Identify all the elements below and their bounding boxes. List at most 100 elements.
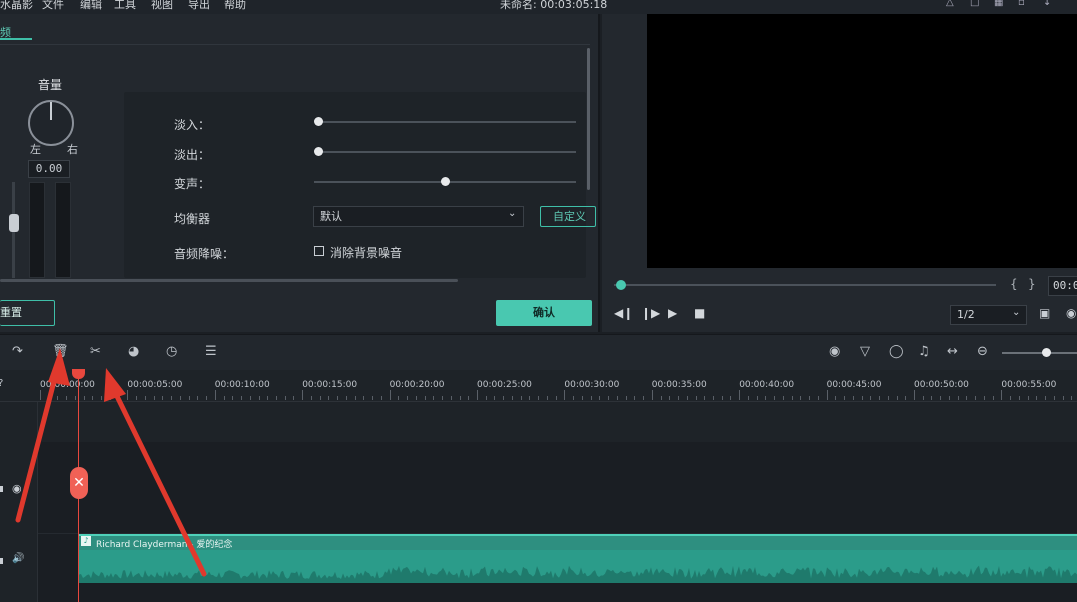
volume-value-field[interactable]: 0.00 bbox=[28, 160, 70, 178]
step-back-icon[interactable]: ◀❙ bbox=[614, 306, 633, 320]
mark-in-button[interactable]: { bbox=[1010, 277, 1018, 291]
speed-icon[interactable]: ◕ bbox=[128, 344, 139, 359]
video-track-row[interactable] bbox=[0, 442, 1077, 534]
clock-icon[interactable]: ◷ bbox=[166, 344, 177, 359]
ruler-tick bbox=[678, 396, 680, 400]
message-icon[interactable]: ▫ bbox=[1018, 0, 1030, 9]
cart-icon[interactable]: □ bbox=[970, 0, 982, 9]
pitch-slider-thumb[interactable] bbox=[441, 177, 450, 186]
menu-bar: 水晶影 文件 编辑 工具 视图 导出 帮助 未命名: 00:03:05:18 △… bbox=[0, 0, 1077, 14]
speaker-icon[interactable]: 🔊 bbox=[12, 553, 24, 564]
preview-progress-bar[interactable] bbox=[614, 284, 996, 286]
ruler-tick bbox=[1027, 396, 1029, 400]
ruler-tick bbox=[520, 396, 522, 400]
step-forward-icon[interactable]: ❙▶ bbox=[641, 306, 660, 320]
ruler-tick bbox=[599, 396, 601, 400]
ruler-tick bbox=[162, 396, 164, 400]
delete-icon[interactable]: 🗑 bbox=[52, 344, 69, 359]
lock-icon[interactable] bbox=[0, 558, 3, 564]
ruler-tick bbox=[695, 396, 697, 400]
menu-file[interactable]: 文件 bbox=[42, 0, 64, 12]
ruler-tick bbox=[747, 396, 749, 400]
ruler-tick bbox=[511, 396, 513, 400]
ruler-tick bbox=[835, 396, 837, 400]
pitch-label: 变声： bbox=[174, 177, 211, 191]
lock-icon[interactable] bbox=[0, 486, 3, 492]
ruler-tick bbox=[1062, 396, 1064, 400]
ruler-tick bbox=[1001, 390, 1003, 400]
ruler-tick-label: 00:00:05:00 bbox=[127, 380, 183, 390]
render-icon[interactable]: ◉ bbox=[829, 344, 840, 359]
preview-timecode: 00:0 bbox=[1048, 276, 1077, 296]
layout-icon[interactable]: ▦ bbox=[994, 0, 1006, 9]
ruler-tick bbox=[179, 396, 181, 400]
zoom-out-icon[interactable]: ⊖ bbox=[977, 344, 988, 359]
equalizer-select[interactable]: 默认 bbox=[313, 206, 524, 227]
redo-icon[interactable]: ↷ bbox=[12, 344, 23, 359]
ruler-tick bbox=[660, 396, 662, 400]
fade-in-slider-track[interactable] bbox=[318, 121, 576, 123]
preview-progress-thumb[interactable] bbox=[616, 280, 626, 290]
ruler-tick bbox=[310, 396, 312, 400]
audio-clip-title: Richard Clayderman - 爱的纪念 bbox=[96, 540, 233, 550]
ruler-tick bbox=[328, 396, 330, 400]
eye-icon[interactable]: ◉ bbox=[12, 482, 22, 495]
fade-out-slider-track[interactable] bbox=[318, 151, 576, 153]
user-icon[interactable]: △ bbox=[946, 0, 958, 9]
ruler-tick bbox=[267, 396, 269, 400]
menu-export[interactable]: 导出 bbox=[188, 0, 210, 12]
ruler-tick bbox=[258, 396, 260, 400]
zoom-slider-track[interactable] bbox=[1002, 352, 1077, 354]
ruler-tick bbox=[817, 396, 819, 400]
menu-help[interactable]: 帮助 bbox=[224, 0, 246, 12]
denoise-checkbox[interactable] bbox=[314, 246, 324, 256]
menu-app[interactable]: 水晶影 bbox=[0, 0, 33, 12]
microphone-icon[interactable]: ◯ bbox=[889, 344, 904, 359]
ruler-tick bbox=[40, 390, 41, 400]
ruler-tick bbox=[791, 396, 793, 400]
mark-out-button[interactable]: } bbox=[1028, 277, 1036, 291]
ruler-tick bbox=[879, 396, 881, 400]
menu-tools[interactable]: 工具 bbox=[114, 0, 136, 12]
ruler-tick bbox=[712, 396, 714, 400]
confirm-button[interactable]: 确认 bbox=[496, 300, 592, 326]
split-marker-icon[interactable]: ✕ bbox=[70, 467, 88, 499]
level-meter-left bbox=[29, 182, 45, 278]
zoom-slider-thumb[interactable] bbox=[1042, 348, 1051, 357]
fade-out-slider-thumb[interactable] bbox=[314, 147, 323, 156]
ruler-tick bbox=[905, 396, 907, 400]
ruler-tick bbox=[914, 390, 915, 400]
equalizer-label: 均衡器 bbox=[174, 212, 211, 226]
link-icon[interactable]: ? bbox=[0, 378, 3, 389]
equalizer-custom-button[interactable]: 自定义 bbox=[540, 206, 596, 227]
settings-horizontal-scrollbar[interactable] bbox=[0, 279, 458, 282]
stop-icon[interactable]: ■ bbox=[694, 306, 705, 320]
ruler-tick bbox=[1010, 396, 1012, 400]
settings-vertical-scrollbar[interactable] bbox=[587, 48, 590, 190]
audio-mixer-icon[interactable]: ♫ bbox=[918, 344, 930, 359]
balance-right-label: 右 bbox=[67, 143, 78, 156]
menu-view[interactable]: 视图 bbox=[151, 0, 173, 12]
ruler-tick bbox=[197, 396, 199, 400]
track-row-top[interactable] bbox=[0, 402, 1077, 442]
ruler-tick bbox=[852, 396, 854, 400]
play-icon[interactable]: ▶ bbox=[668, 306, 677, 320]
menu-edit[interactable]: 编辑 bbox=[80, 0, 102, 12]
ruler-tick bbox=[686, 396, 688, 400]
volume-slider-thumb[interactable] bbox=[9, 214, 19, 232]
ruler-tick bbox=[503, 396, 505, 400]
camera-icon[interactable]: ◉ bbox=[1066, 306, 1076, 320]
fit-timeline-icon[interactable]: ↔ bbox=[947, 344, 958, 359]
reset-button[interactable]: 重置 bbox=[0, 300, 55, 326]
ruler-tick bbox=[57, 396, 59, 400]
ruler-tick bbox=[844, 396, 846, 400]
download-icon[interactable]: ↧ bbox=[1043, 0, 1055, 9]
fade-in-slider-thumb[interactable] bbox=[314, 117, 323, 126]
ruler-tick-label: 00:00:15:00 bbox=[302, 380, 358, 390]
adjust-icon[interactable]: ☰ bbox=[205, 344, 217, 359]
scissors-icon[interactable]: ✂ bbox=[90, 344, 101, 359]
ruler-tick bbox=[608, 396, 610, 400]
ruler-tick bbox=[363, 396, 365, 400]
display-settings-icon[interactable]: ▣ bbox=[1039, 306, 1050, 320]
marker-icon[interactable]: ▽ bbox=[860, 344, 870, 359]
